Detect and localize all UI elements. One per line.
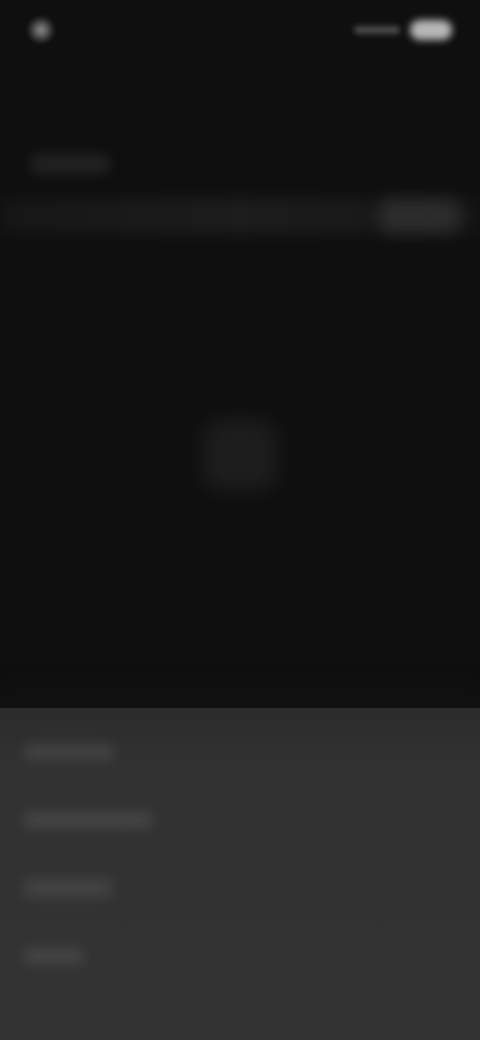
app-screen [0,0,480,1040]
signal-icon [354,26,400,34]
bottom-sheet [0,708,480,1040]
status-indicator-icon [28,17,54,43]
sheet-item-4[interactable] [24,942,84,970]
page-title [30,154,110,174]
sheet-item-1[interactable] [24,738,114,766]
status-left [28,17,68,43]
placeholder-icon [203,420,277,490]
sheet-item-bar [24,948,84,964]
tab-active[interactable] [380,198,460,234]
sheet-item-2[interactable] [24,806,152,834]
battery-icon [410,20,452,40]
sheet-item-bar [24,744,114,760]
sheet-item-bar [24,812,152,828]
status-bar [0,0,480,60]
header [0,140,480,250]
sheet-item-3[interactable] [24,874,112,902]
sheet-item-bar [24,880,112,896]
status-right [354,20,452,40]
